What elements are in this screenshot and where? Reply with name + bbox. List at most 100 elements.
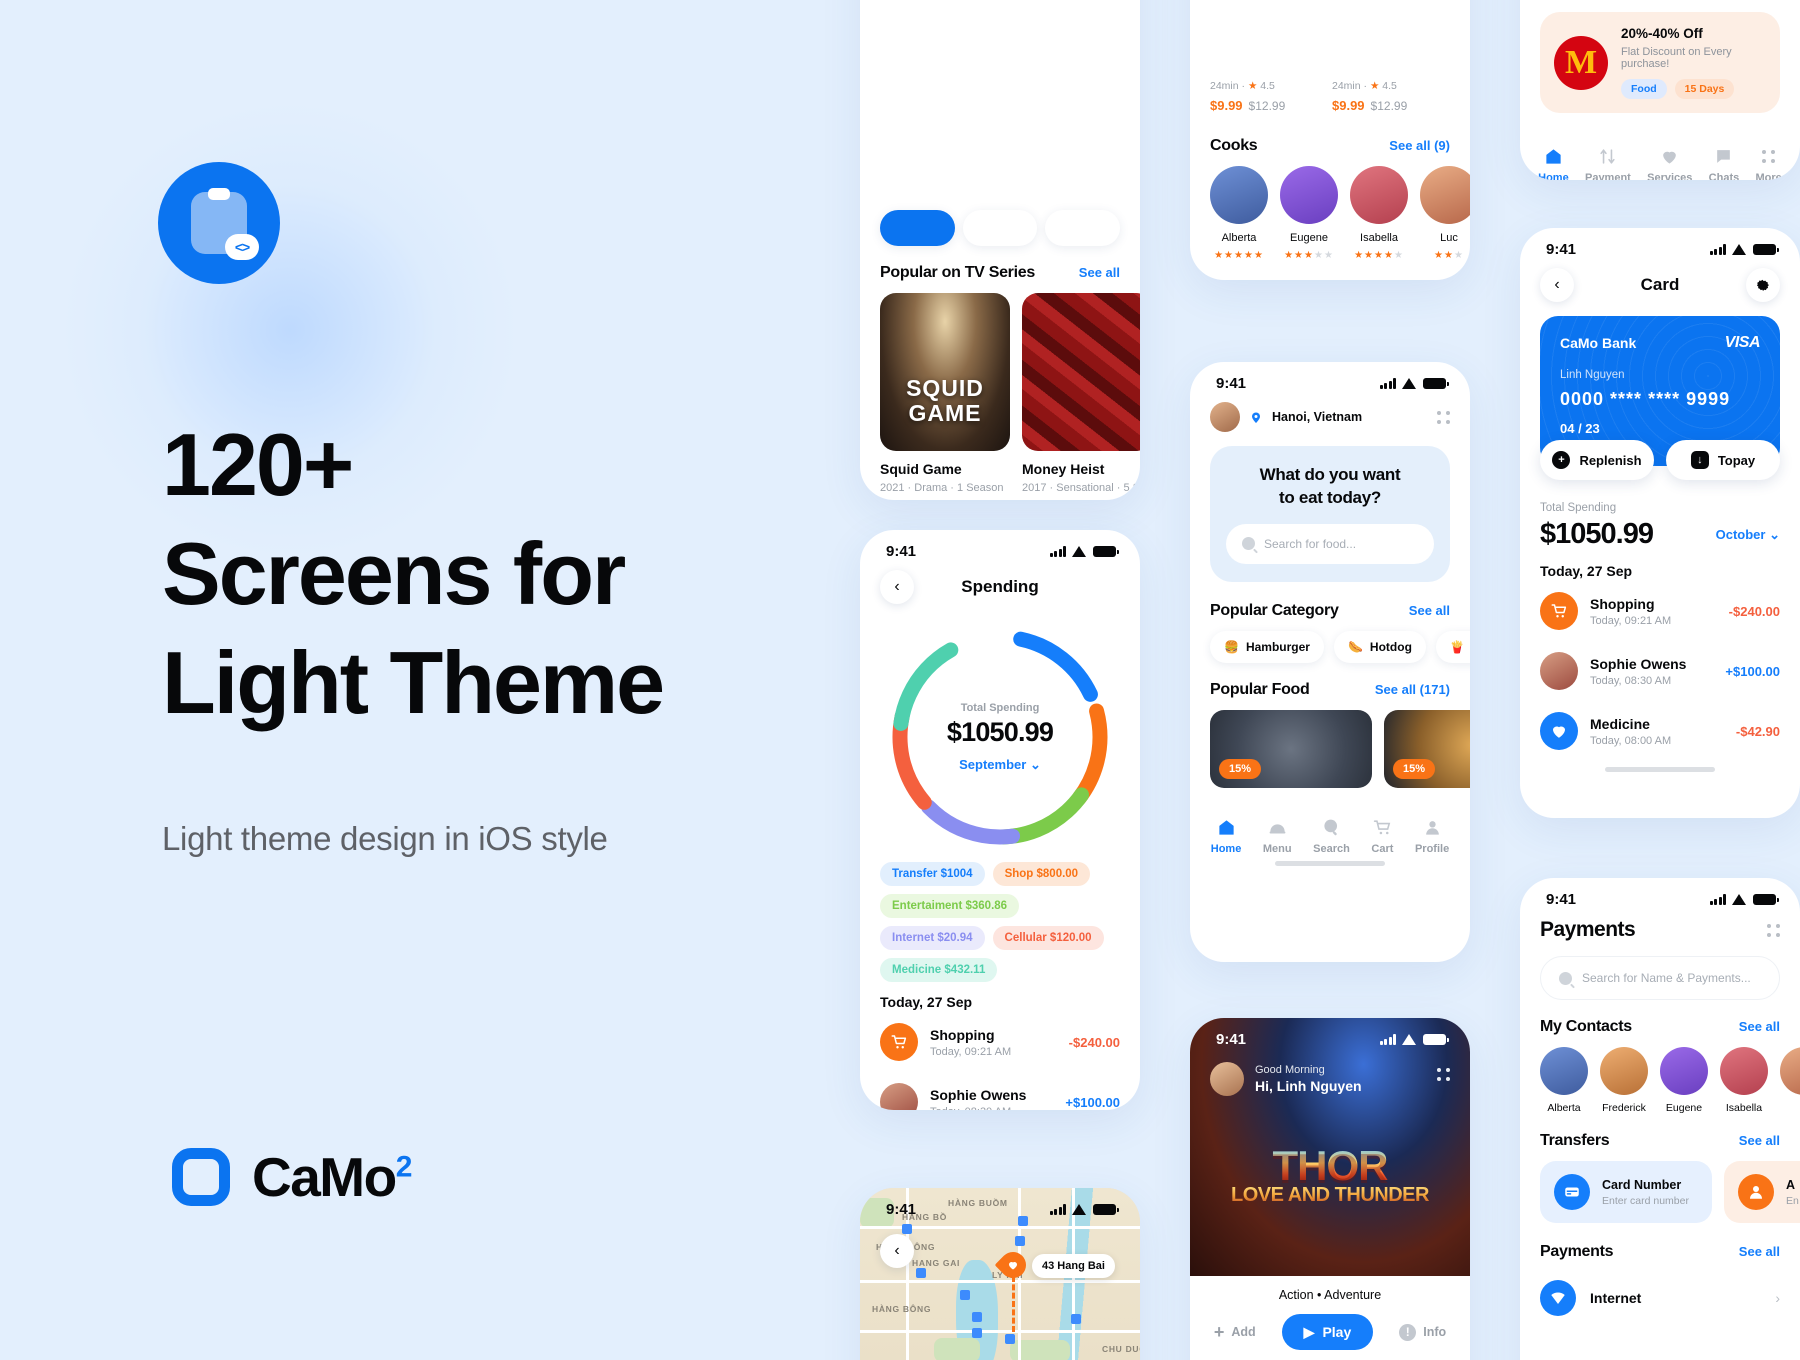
back-button[interactable]: ‹ [880, 1234, 914, 1268]
see-all-link[interactable]: See all [1739, 1019, 1780, 1034]
movie-title-logo: THOR LOVE AND THUNDER [1190, 1145, 1470, 1207]
transfer-subtitle: Enter card number [1602, 1194, 1689, 1207]
category-item[interactable]: 🌭 Hotdog [1333, 630, 1426, 663]
category-item[interactable]: 🍔 Hamburger [1210, 630, 1324, 663]
avatar[interactable] [1210, 1062, 1244, 1096]
grid-dots-icon[interactable] [1767, 923, 1780, 937]
chip-transfer[interactable]: Transfer $1004 [880, 862, 985, 886]
phone-map-screen[interactable]: HÀNG BUỒM HÀNG BỒ HÀNG ĐÔNG HANG GAI HÀN… [860, 1188, 1140, 1360]
map-marker[interactable] [902, 1224, 912, 1234]
see-all-link[interactable]: See all [1739, 1133, 1780, 1148]
search-input[interactable]: Search for Name & Payments... [1540, 956, 1780, 1000]
food-price-row: 24min · ★ 4.5 $9.99 $12.99 24min · ★ 4.5 … [1190, 80, 1470, 117]
tv-tab-pill-2[interactable] [962, 210, 1038, 246]
search-input[interactable]: Search for food... [1226, 523, 1434, 564]
tab-home[interactable]: Home [1211, 818, 1241, 855]
tv-tab-pill-3[interactable] [1045, 210, 1121, 246]
transfer-card-number[interactable]: Card Number Enter card number [1540, 1161, 1712, 1223]
cook-item[interactable]: Alberta ★★★★★ [1210, 166, 1268, 261]
map-road [860, 1330, 1140, 1333]
map-marker[interactable] [1071, 1314, 1081, 1324]
tab-search[interactable]: Search [1313, 818, 1350, 855]
food-card[interactable]: 15% [1210, 709, 1372, 788]
status-icons [1709, 894, 1779, 905]
see-all-link[interactable]: See all [1409, 603, 1450, 618]
tab-more[interactable]: More [1756, 147, 1782, 180]
avatar[interactable] [1210, 402, 1240, 432]
chip-entertainment[interactable]: Entertaiment $360.86 [880, 894, 1020, 918]
contact-item[interactable]: Eugene [1660, 1047, 1708, 1114]
transfer-account[interactable]: A En [1724, 1161, 1800, 1223]
transaction-row[interactable]: Shopping Today, 09:21 AM -$240.00 [880, 1012, 1120, 1072]
see-all-link[interactable]: See all [1079, 265, 1120, 280]
signal-icon [1049, 546, 1066, 557]
movie-title-sub: LOVE AND THUNDER [1190, 1184, 1470, 1207]
topay-label: Topay [1717, 452, 1756, 468]
tab-chats[interactable]: Chats [1709, 147, 1739, 180]
contact-item[interactable]: Isabella [1720, 1047, 1768, 1114]
transaction-row[interactable]: Shopping Today, 09:21 AM -$240.00 [1540, 581, 1780, 641]
avatar [1350, 166, 1408, 224]
total-spending-amount: $1050.99 [1540, 518, 1654, 550]
topay-button[interactable]: ↓ Topay [1666, 440, 1780, 480]
battery-icon [1423, 378, 1449, 389]
month-selector[interactable]: September ⌄ [959, 757, 1041, 773]
grid-dots-icon[interactable] [1437, 410, 1450, 424]
tv-tab-pill-1[interactable] [880, 210, 955, 246]
contact-item[interactable]: Frederick [1600, 1047, 1648, 1114]
map-marker[interactable] [916, 1268, 926, 1278]
heart-icon [1663, 151, 1677, 164]
status-icons [1709, 244, 1779, 255]
month-selector[interactable]: October ⌄ [1716, 527, 1780, 543]
promo-card[interactable]: M 20%-40% Off Flat Discount on Every pur… [1540, 12, 1780, 113]
avatar [1420, 166, 1470, 224]
chip-internet[interactable]: Internet $20.94 [880, 926, 985, 950]
play-button[interactable]: ▶ Play [1281, 1314, 1374, 1350]
location-label[interactable]: Hanoi, Vietnam [1272, 410, 1362, 424]
status-bar: 9:41 [1520, 878, 1800, 912]
info-button[interactable]: ! Info [1399, 1323, 1446, 1341]
see-all-link[interactable]: See all [1739, 1244, 1780, 1259]
tab-payment[interactable]: Payment [1585, 147, 1631, 180]
map-marker[interactable] [972, 1328, 982, 1338]
map-marker[interactable] [1005, 1334, 1015, 1344]
tab-menu[interactable]: Menu [1263, 818, 1292, 855]
destination-label[interactable]: 43 Hang Bai [1032, 1254, 1115, 1278]
category-item[interactable]: 🍟French [1435, 630, 1470, 663]
promo-tag-days: 15 Days [1674, 79, 1735, 99]
map-marker[interactable] [972, 1312, 982, 1322]
food-price-card[interactable]: 24min · ★ 4.5 $9.99 $12.99 [1210, 80, 1328, 113]
add-button[interactable]: + Add [1214, 1322, 1256, 1343]
food-price-card[interactable]: 24min · ★ 4.5 $9.99 $12.99 [1332, 80, 1450, 113]
series-card[interactable]: Money Heist 2017 · Sensational · 5 S [1022, 293, 1140, 494]
tab-cart[interactable]: Cart [1371, 818, 1393, 855]
series-card[interactable]: Squid Game 2021 · Drama · 1 Season [880, 293, 1010, 494]
cook-item[interactable]: Isabella ★★★★★ [1350, 166, 1408, 261]
contact-item[interactable]: L [1780, 1047, 1800, 1114]
chip-shop[interactable]: Shop $800.00 [992, 862, 1091, 886]
food-card[interactable]: 15% [1384, 709, 1470, 788]
contact-item[interactable]: Alberta [1540, 1047, 1588, 1114]
replenish-button[interactable]: + Replenish [1540, 440, 1654, 480]
cook-item[interactable]: Eugene ★★★★★ [1280, 166, 1338, 261]
transaction-row[interactable]: Medicine Today, 08:00 AM -$42.90 [1540, 701, 1780, 761]
page-title: 120+ Screens for Light Theme [162, 410, 782, 737]
total-spending-label: Total Spending [1540, 502, 1617, 514]
chip-cellular[interactable]: Cellular $120.00 [992, 926, 1104, 950]
payment-row-internet[interactable]: Internet › [1520, 1272, 1800, 1316]
transaction-row[interactable]: Sophie Owens Today, 08:30 AM +$100.00 [1540, 641, 1780, 701]
transaction-name: Medicine [1590, 715, 1650, 732]
cook-item[interactable]: Luc ★★★ [1420, 166, 1470, 261]
grid-dots-icon[interactable] [1437, 1068, 1450, 1081]
tab-services[interactable]: Services [1647, 147, 1692, 180]
tab-home[interactable]: Home [1538, 147, 1569, 180]
status-bar: 9:41 [1520, 228, 1800, 262]
tab-profile[interactable]: Profile [1415, 818, 1449, 855]
see-all-link[interactable]: See all (9) [1389, 138, 1450, 153]
chip-medicine[interactable]: Medicine $432.11 [880, 958, 998, 982]
map-marker[interactable] [960, 1290, 970, 1300]
transfer-subtitle: En [1786, 1194, 1799, 1207]
map-marker[interactable] [1015, 1236, 1025, 1246]
transaction-row[interactable]: Sophie Owens Today, 08:30 AM +$100.00 [880, 1072, 1120, 1110]
see-all-link[interactable]: See all (171) [1375, 682, 1450, 697]
